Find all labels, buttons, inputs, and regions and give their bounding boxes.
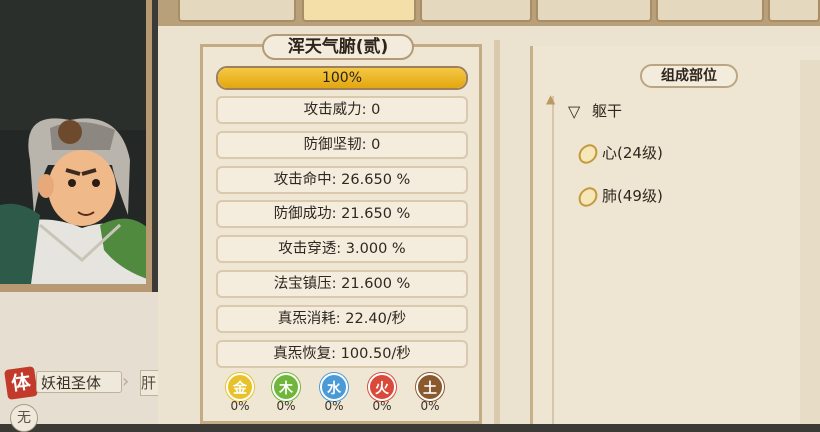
earth-element-pct: 0% (420, 399, 440, 413)
organ-icon (575, 184, 601, 209)
parts-title: 组成部位 (640, 64, 738, 88)
stat-row: 真炁消耗: 22.40/秒 (216, 305, 468, 333)
tab-5[interactable] (656, 0, 764, 22)
organ-title: 浑天气腑(贰) (262, 34, 414, 60)
organ-label: 肺(49级) (602, 187, 663, 205)
tree-collapse-icon[interactable]: ▽ (568, 102, 580, 121)
organ-item[interactable]: 心(24级) (575, 141, 663, 166)
earth-element-icon: 土 (416, 373, 444, 401)
body-type-badge[interactable]: 体 (4, 366, 38, 400)
fire-element-icon: 火 (368, 373, 396, 401)
wood-element-pct: 0% (276, 399, 296, 413)
tab-3[interactable] (420, 0, 532, 22)
tree-root-label[interactable]: 躯干 (592, 100, 622, 121)
stat-row: 真炁恢复: 100.50/秒 (216, 340, 468, 368)
parts-panel-edge (800, 60, 820, 424)
body-name-label[interactable]: 妖祖圣体 (36, 371, 122, 393)
progress-text: 100% (321, 70, 363, 86)
stat-row: 防御坚韧: 0 (216, 131, 468, 159)
scrollbar[interactable] (552, 96, 554, 424)
stat-row: 攻击威力: 0 (216, 96, 468, 124)
water-element-icon: 水 (320, 373, 348, 401)
water-element-pct: 0% (324, 399, 344, 413)
tab-2-active[interactable] (302, 0, 416, 22)
tab-4[interactable] (536, 0, 652, 22)
stat-row: 攻击命中: 26.650 % (216, 166, 468, 194)
tab-6[interactable] (768, 0, 820, 22)
scroll-up-arrow-icon[interactable]: ▲ (546, 92, 555, 106)
stat-row: 防御成功: 21.650 % (216, 200, 468, 228)
small-status-badge[interactable]: 无 (10, 404, 38, 432)
organ-item[interactable]: 肺(49级) (575, 184, 663, 209)
fire-element-pct: 0% (372, 399, 392, 413)
stat-row: 攻击穿透: 3.000 % (216, 235, 468, 263)
organ-icon (575, 141, 601, 166)
stat-row: 法宝镇压: 21.600 % (216, 270, 468, 298)
portrait-frame (0, 0, 152, 292)
next-organ-tab[interactable]: 肝 (140, 370, 160, 396)
chevron-right-icon: › (122, 371, 130, 392)
organ-label: 心(24级) (602, 144, 663, 162)
wood-element-icon: 木 (272, 373, 300, 401)
metal-element-pct: 0% (230, 399, 250, 413)
tab-1[interactable] (178, 0, 296, 22)
metal-element-icon: 金 (226, 373, 254, 401)
panel-divider (494, 40, 500, 424)
